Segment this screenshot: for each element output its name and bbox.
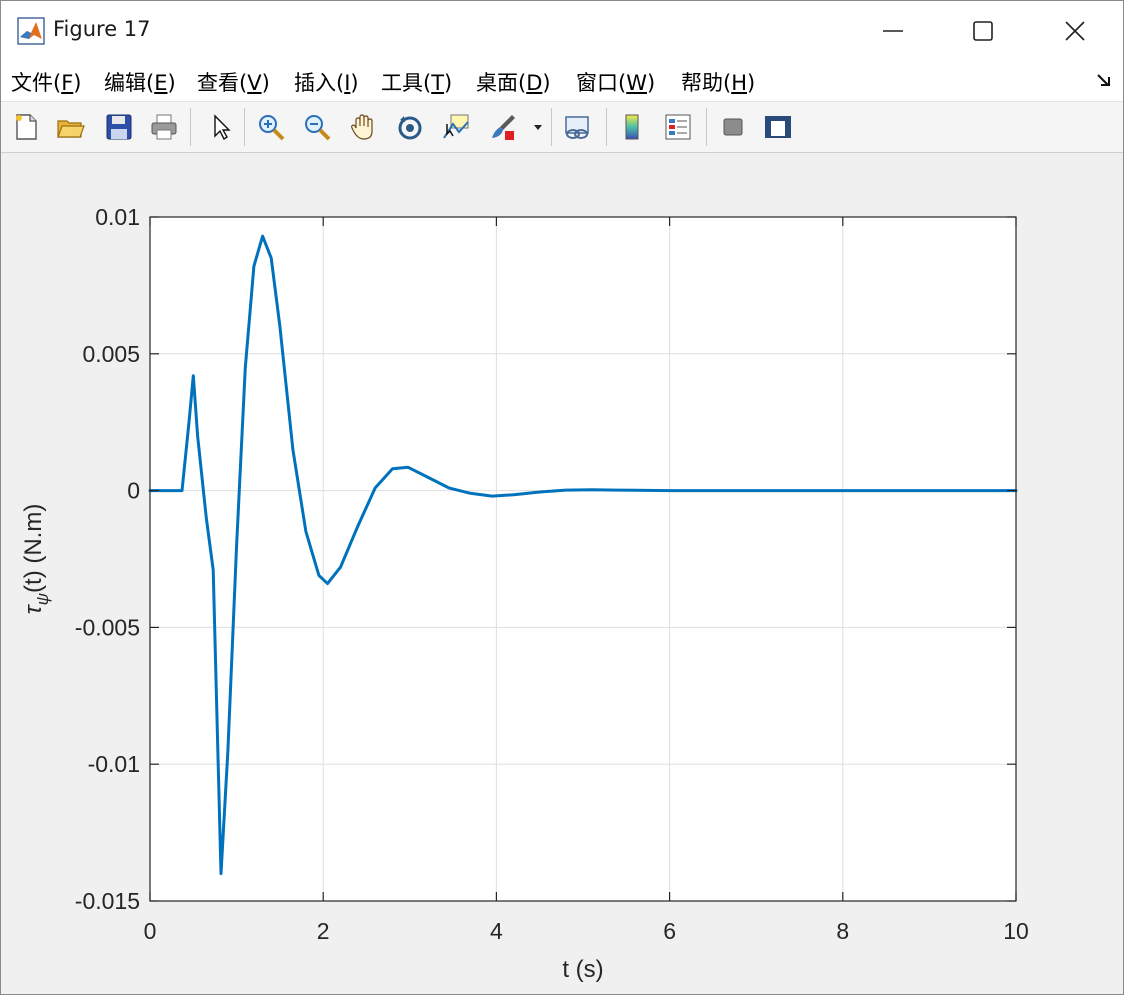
y-tick-label: -0.005 [75, 614, 140, 640]
x-axis-label: t (s) [562, 956, 603, 983]
x-tick-label: 4 [490, 918, 503, 944]
y-tick-label: 0.005 [82, 341, 140, 367]
x-tick-label: 2 [317, 918, 330, 944]
figure-window: Figure 17 文件(F) 编辑(E) 查看(V) 插入(I) 工具(T) … [0, 0, 1124, 995]
y-axis-label-subscript: ψ [33, 593, 52, 605]
y-tick-label: 0 [127, 478, 140, 504]
figure-canvas[interactable]: 0 2 4 6 8 10 -0.015 -0.01 -0.005 0 0.005 0.01 t (s… [1, 1, 1123, 994]
y-tick-label: -0.01 [88, 751, 140, 777]
x-tick-label: 10 [1003, 918, 1029, 944]
y-axis-label-text: (t) (N.m) [20, 504, 47, 593]
x-tick-labels: 0 2 4 6 8 10 [144, 918, 1029, 944]
x-tick-label: 6 [663, 918, 676, 944]
x-tick-label: 8 [836, 918, 849, 944]
x-tick-label: 0 [144, 918, 157, 944]
y-tick-label: 0.01 [95, 204, 140, 230]
y-tick-labels: -0.015 -0.01 -0.005 0 0.005 0.01 [75, 204, 140, 914]
y-axis-label: τψ(t) (N.m) [20, 504, 52, 615]
y-tick-label: -0.015 [75, 888, 140, 914]
